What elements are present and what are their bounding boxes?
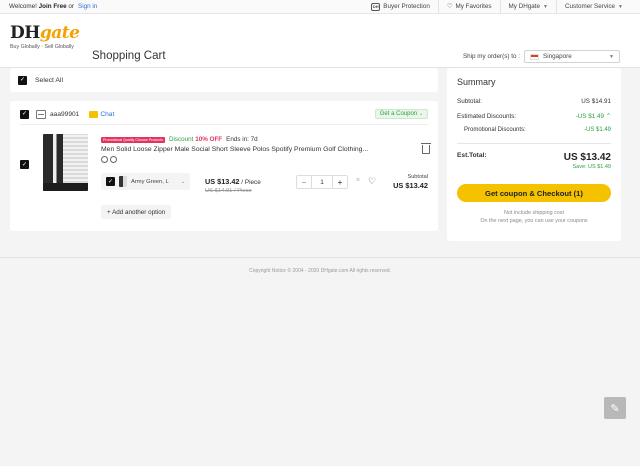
select-all-label: Select All: [35, 76, 63, 84]
buyer-protection-icon: DH: [371, 2, 381, 11]
buyer-protection-label: Buyer Protection: [383, 3, 430, 10]
store-icon: [36, 109, 46, 119]
order-summary: Summary Subtotal: US $14.91 Estimated Di…: [447, 68, 621, 241]
original-price: US $14.91 / Piece: [205, 188, 252, 194]
chat-icon: [89, 110, 99, 118]
subtotal-label: Subtotal: [407, 174, 428, 180]
checkout-button[interactable]: Get coupon & Checkout (1): [457, 184, 611, 202]
summary-note: Not include shipping cost On the next pa…: [480, 210, 588, 224]
decrease-quantity-button[interactable]: −: [297, 176, 311, 188]
chat-label: Chat: [100, 110, 115, 118]
buyer-protection-link[interactable]: DH Buyer Protection: [363, 0, 438, 13]
chevron-down-icon: ▼: [618, 3, 623, 10]
remove-icon[interactable]: ×: [356, 177, 360, 184]
variant-selector[interactable]: ✓ Army Green, L ⌄: [101, 173, 190, 190]
item-checkbox[interactable]: ✓: [20, 160, 29, 169]
sign-in-link[interactable]: Sign in: [78, 3, 97, 10]
move-to-favorites-icon[interactable]: ♡: [368, 176, 376, 187]
dhgate-logo[interactable]: DHgate Buy Globally · Sell Globally: [10, 23, 80, 50]
my-favorites-label: My Favorites: [455, 3, 492, 10]
join-free-link[interactable]: Join Free: [39, 3, 67, 10]
variant-label: Army Green, L: [131, 178, 169, 185]
top-right-nav: DH Buyer Protection ♡ My Favorites My DH…: [363, 0, 631, 13]
feedback-edit-button[interactable]: ✎: [604, 397, 626, 419]
summary-subtotal-row: Subtotal: US $14.91: [457, 98, 611, 105]
product-title[interactable]: Men Solid Loose Zipper Male Social Short…: [101, 146, 391, 153]
increase-quantity-button[interactable]: +: [333, 176, 347, 188]
chevron-down-icon: ⌄: [180, 178, 185, 185]
promotional-discounts-row: Promotional Discounts: -US $1.49: [464, 127, 611, 133]
subtotal-value: US $13.42: [393, 181, 428, 190]
logo-wordmark: DHgate: [10, 23, 80, 43]
chevron-up-icon: ⌃: [605, 113, 611, 120]
page-title: Shopping Cart: [92, 50, 166, 62]
shop-name[interactable]: aaa99901: [50, 111, 79, 118]
get-coupon-button[interactable]: Get a Coupon ⌄: [374, 109, 428, 119]
my-dhgate-menu[interactable]: My DHgate ▼: [499, 0, 556, 13]
my-dhgate-label: My DHgate: [508, 3, 541, 10]
shop-header: ✓ aaa99901 Chat Get a Coupon ⌄: [20, 107, 428, 121]
chat-button[interactable]: Chat: [89, 110, 115, 118]
top-utility-bar: Welcome! Join Free or Sign in DH Buyer P…: [0, 0, 640, 14]
savings-text: Save: US $1.49: [572, 164, 611, 170]
ship-to-label: Ship my order(s) to :: [462, 53, 520, 60]
product-badges: [101, 156, 117, 163]
select-all-bar: ✓ Select All: [10, 68, 438, 92]
welcome-text: Welcome! Join Free or: [9, 3, 74, 10]
trash-icon[interactable]: [421, 143, 431, 154]
add-another-option-button[interactable]: + Add another option: [101, 205, 172, 219]
unit-price: US $13.42 / Piece US $14.91 / Piece: [205, 177, 261, 194]
logo-tagline: Buy Globally · Sell Globally: [10, 44, 74, 50]
my-favorites-link[interactable]: ♡ My Favorites: [437, 0, 500, 13]
ship-to-selector: Ship my order(s) to : Singapore ▼: [463, 50, 620, 63]
customer-service-menu[interactable]: Customer Service ▼: [556, 0, 631, 13]
quantity-stepper: − 1 +: [296, 175, 348, 189]
chevron-down-icon: ⌄: [418, 111, 423, 117]
quantity-value[interactable]: 1: [311, 176, 333, 188]
footer-divider: [0, 257, 640, 258]
or-text: or: [68, 3, 74, 10]
shipping-badge-icon: [101, 156, 108, 163]
chevron-down-icon: ▼: [543, 3, 548, 10]
item-subtotal: Subtotal US $13.42: [393, 174, 428, 190]
country-value: Singapore: [543, 53, 572, 60]
chevron-down-icon: ▼: [609, 53, 614, 60]
variant-checkbox[interactable]: ✓: [106, 177, 115, 186]
divider: [20, 124, 428, 125]
singapore-flag-icon: [530, 53, 539, 60]
estimated-total-value: US $13.42: [563, 152, 611, 163]
promo-badge: Promotional Quality Choose Products: [101, 136, 165, 143]
customer-service-label: Customer Service: [565, 3, 616, 10]
welcome-label: Welcome!: [9, 3, 37, 10]
return-badge-icon: [110, 156, 117, 163]
current-price: US $13.42 / Piece: [205, 177, 261, 186]
discount-text: Discount 10% OFF: [168, 136, 223, 143]
estimated-total-row: Est.Total: US $13.42: [457, 152, 611, 163]
estimated-discounts-row[interactable]: Estimated Discounts: -US $1.49 ⌃: [457, 113, 611, 120]
product-image[interactable]: [43, 134, 88, 191]
shop-checkbox[interactable]: ✓: [20, 109, 29, 119]
country-select[interactable]: Singapore ▼: [524, 50, 620, 63]
promo-line: Promotional Quality Choose Products Disc…: [101, 136, 258, 143]
copyright-text: Copyright Notice © 2004 - 2020 DHgate.co…: [249, 268, 391, 274]
variant-thumbnail: [119, 176, 127, 187]
divider: [457, 143, 611, 144]
discount-countdown: Ends in: 7d: [226, 136, 258, 143]
site-header: DHgate Buy Globally · Sell Globally Shop…: [0, 14, 640, 68]
discount-percent: 10% OFF: [195, 136, 223, 143]
select-all-checkbox[interactable]: ✓: [18, 75, 27, 85]
summary-title: Summary: [457, 77, 496, 87]
pencil-icon: ✎: [610, 402, 620, 415]
heart-icon: ♡: [446, 3, 453, 10]
shop-cart-group: ✓ aaa99901 Chat Get a Coupon ⌄ ✓ Promoti…: [10, 101, 438, 231]
